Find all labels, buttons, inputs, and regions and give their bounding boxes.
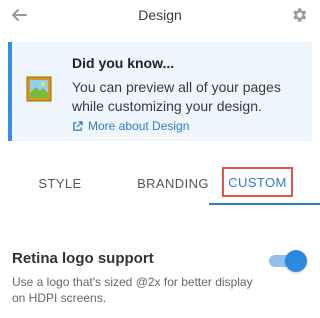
- tip-panel: Did you know... You can preview all of y…: [8, 42, 312, 141]
- tab-bar: STYLE BRANDING CUSTOM: [0, 165, 320, 205]
- setting-title: Retina logo support: [12, 250, 154, 267]
- tab-custom[interactable]: CUSTOM: [222, 167, 293, 197]
- toggle-knob: [285, 250, 307, 272]
- link-label: More about Design: [88, 119, 190, 133]
- tab-style[interactable]: STYLE: [25, 165, 95, 201]
- more-about-design-link[interactable]: More about Design: [72, 119, 189, 133]
- active-tab-indicator: [209, 203, 320, 205]
- tip-title: Did you know...: [72, 55, 175, 71]
- tip-body: You can preview all of your pages while …: [72, 79, 281, 114]
- setting-description: Use a logo that's sized @2x for better d…: [12, 275, 253, 305]
- settings-button[interactable]: [290, 6, 308, 24]
- retina-logo-toggle[interactable]: [269, 250, 307, 272]
- tab-branding[interactable]: BRANDING: [118, 165, 228, 201]
- external-link-icon: [73, 120, 83, 131]
- image-frame-icon: [26, 76, 52, 102]
- page-title: Design: [138, 7, 182, 23]
- gear-icon: [293, 8, 307, 22]
- header: Design: [0, 0, 320, 30]
